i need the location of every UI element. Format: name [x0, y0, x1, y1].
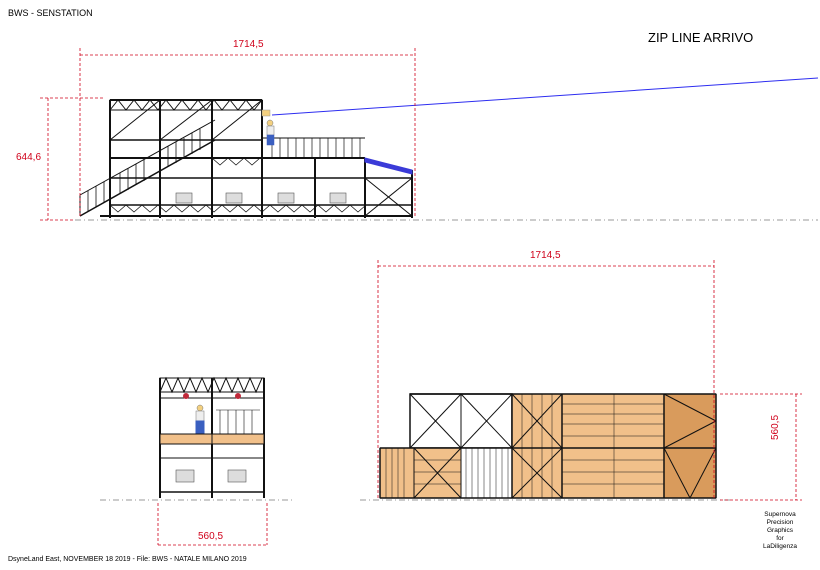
front-deck-left [159, 433, 213, 445]
credit-line: Precision [766, 519, 794, 526]
technical-drawing [40, 48, 819, 546]
zip-line-cable [271, 77, 819, 116]
front-view [100, 376, 295, 501]
top-height-label: 644,6 [16, 152, 42, 163]
credit-line: Supernova [764, 511, 796, 518]
footer-info: DsyneLand East, NOVEMBER 18 2019 - File:… [8, 556, 247, 563]
plan-depth-label: 560,5 [770, 414, 781, 440]
credit-line: Graphics [766, 527, 793, 534]
side-width-label: 560,5 [198, 531, 224, 542]
credit-line: for [776, 535, 784, 542]
plan-view [360, 393, 730, 501]
elevation-view [75, 77, 819, 221]
credit-line: LaDiligenza [763, 543, 797, 550]
top-width-label: 1714,5 [233, 39, 264, 50]
front-deck-right [211, 433, 265, 445]
view-title: ZIP LINE ARRIVO [648, 30, 754, 45]
project-title: BWS - SENSTATION [8, 8, 93, 18]
credit-block: Supernova Precision Graphics for LaDilig… [752, 511, 808, 551]
plan-width-label: 1714,5 [530, 250, 561, 261]
landing-ramp [364, 157, 413, 175]
front-person [195, 404, 205, 434]
